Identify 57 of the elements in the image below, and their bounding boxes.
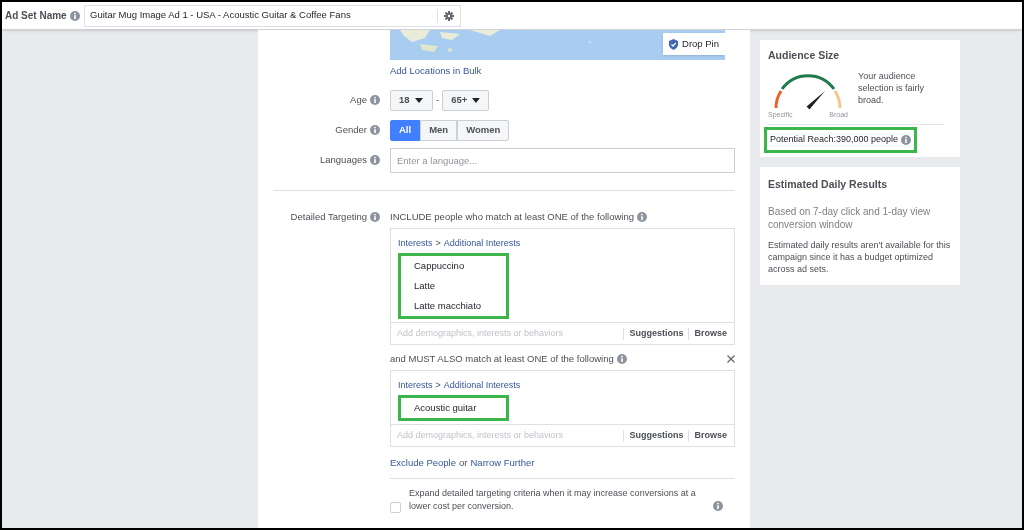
- card-title: Estimated Daily Results: [768, 176, 889, 192]
- info-icon[interactable]: [69, 10, 80, 21]
- gender-tab[interactable]: Men: [420, 119, 458, 141]
- interest-item[interactable]: Cappuccino: [414, 258, 493, 273]
- card-subtitle: Based on 7-day click and 1-day view conversion window: [768, 204, 932, 231]
- action-link[interactable]: Browse: [694, 428, 727, 443]
- separator-text: -: [436, 92, 440, 107]
- link[interactable]: Narrow Further: [470, 455, 535, 471]
- caret-icon: [472, 97, 481, 103]
- card-note: Estimated daily results aren't available for this campaign since it has a budget optimized across ad sets.: [768, 238, 952, 275]
- field-label: Ad Set Name: [5, 9, 67, 23]
- field-label: Languages: [319, 152, 367, 167]
- info-icon[interactable]: [713, 501, 723, 511]
- action-link[interactable]: Suggestions: [629, 327, 684, 341]
- action-link[interactable]: Suggestions: [629, 428, 684, 443]
- breadcrumb-separator: >: [435, 237, 441, 250]
- info-icon[interactable]: [370, 155, 380, 165]
- interest-item[interactable]: Latte: [414, 278, 493, 293]
- language-field[interactable]: Enter a language...: [390, 147, 735, 173]
- checkbox-label: Expand detailed targeting criteria when it may increase conversions at a lower cost per conversion.: [409, 487, 697, 513]
- potential-reach-text: Potential Reach:390,000 people: [770, 133, 899, 147]
- interest-item[interactable]: Latte macchiato: [414, 299, 493, 314]
- drop-pin-button[interactable]: Drop Pin: [663, 33, 725, 55]
- gender-tab[interactable]: All: [390, 119, 421, 141]
- info-icon[interactable]: [901, 135, 912, 145]
- settings-icon[interactable]: [444, 10, 454, 21]
- checkbox[interactable]: [390, 502, 401, 513]
- interest-item[interactable]: Acoustic guitar: [414, 400, 493, 415]
- breadcrumb-link[interactable]: Interests: [398, 237, 433, 251]
- caret-icon: [414, 97, 423, 103]
- age-dropdown[interactable]: 18: [390, 89, 433, 111]
- link[interactable]: Add Locations in Bulk: [390, 63, 482, 79]
- link[interactable]: Exclude People: [390, 455, 457, 471]
- interest-search-field[interactable]: Add demographics, interests or behaviors: [397, 327, 619, 341]
- field-label: Gender: [335, 122, 367, 137]
- info-icon[interactable]: [370, 212, 380, 222]
- info-icon[interactable]: [370, 95, 380, 105]
- group-heading: and MUST ALSO match at least ONE of the following: [390, 352, 614, 367]
- age-dropdown[interactable]: 65+: [442, 89, 490, 111]
- field-label: Age: [350, 92, 367, 107]
- breadcrumb-link[interactable]: Interests: [398, 379, 433, 393]
- action-link[interactable]: Browse: [694, 327, 727, 341]
- group-heading: INCLUDE people who match at least ONE of the following: [390, 209, 634, 224]
- audience-description: Your audience selection is fairly broad.: [858, 69, 926, 107]
- close-icon[interactable]: [727, 355, 735, 364]
- breadcrumb-separator: >: [435, 379, 441, 393]
- breadcrumb-link[interactable]: Additional Interests: [443, 237, 521, 251]
- info-icon[interactable]: [370, 125, 380, 135]
- info-icon[interactable]: [616, 354, 627, 365]
- conjunction-text: or: [459, 455, 468, 470]
- gender-tab[interactable]: Women: [457, 119, 510, 141]
- info-icon[interactable]: [636, 212, 647, 222]
- breadcrumb-link[interactable]: Additional Interests: [443, 379, 521, 393]
- field-label: Detailed Targeting: [290, 209, 367, 224]
- name-field[interactable]: Guitar Mug Image Ad 1 - USA - Acoustic Guitar & Coffee Fans: [84, 4, 461, 27]
- card-title: Audience Size: [768, 48, 841, 63]
- interest-search-field[interactable]: Add demographics, interests or behaviors: [397, 428, 619, 443]
